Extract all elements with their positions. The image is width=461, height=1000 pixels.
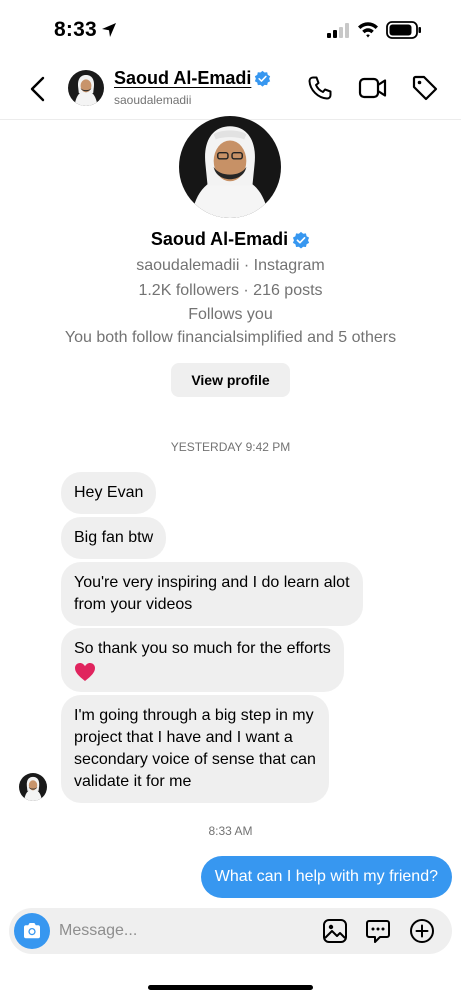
profile-name: Saoud Al-Emadi <box>150 229 289 249</box>
verified-badge-icon <box>293 231 310 249</box>
video-camera-icon[interactable] <box>358 74 388 102</box>
profile-mutual-followers: You both follow financialsimplified and … <box>64 329 397 346</box>
verified-badge-icon <box>255 70 271 87</box>
profile-avatar[interactable] <box>179 116 281 218</box>
heart-icon <box>75 663 95 681</box>
message-text: I'm going through a big step in my <box>74 707 314 724</box>
status-bar: 8:33 <box>0 0 461 56</box>
message-bubble-incoming[interactable]: So thank you so much for the efforts <box>61 628 344 692</box>
message-text: You're very inspiring and I do learn alo… <box>74 574 350 591</box>
back-chevron-icon[interactable] <box>24 74 54 104</box>
message-bubble-incoming[interactable]: I'm going through a big step in my proje… <box>61 695 329 803</box>
plus-icon[interactable] <box>409 918 435 944</box>
message-text: What can I help with my friend? <box>214 868 438 885</box>
cellular-signal-icon <box>327 23 349 38</box>
home-indicator[interactable] <box>148 985 313 990</box>
header-handle: saoudalemadii <box>114 93 192 107</box>
timestamp-today: 8:33 AM <box>208 824 253 838</box>
message-text: So thank you so much for the efforts <box>74 640 331 657</box>
view-profile-button[interactable]: View profile <box>171 363 290 397</box>
sender-avatar[interactable] <box>19 773 47 801</box>
profile-handle-line: saoudalemadii · Instagram <box>136 257 325 274</box>
message-bubble-incoming[interactable]: Hey Evan <box>61 472 157 514</box>
header-avatar[interactable] <box>68 70 104 106</box>
camera-button[interactable] <box>14 913 50 949</box>
message-text: validate it for me <box>74 773 192 790</box>
location-arrow-icon <box>102 23 116 37</box>
message-text: Hey Evan <box>74 484 144 501</box>
profile-portrait-icon <box>179 116 281 218</box>
gallery-icon[interactable] <box>322 918 348 944</box>
phone-icon[interactable] <box>306 74 334 102</box>
message-text: Big fan btw <box>74 529 154 546</box>
message-input[interactable] <box>59 908 299 954</box>
profile-follows-you: Follows you <box>188 306 273 323</box>
camera-icon <box>24 923 40 939</box>
message-bubble-outgoing[interactable]: What can I help with my friend? <box>200 856 452 898</box>
header-name-row[interactable]: Saoud Al-Emadi <box>114 68 271 89</box>
sticker-icon[interactable] <box>365 918 391 944</box>
status-time: 8:33 <box>54 18 97 41</box>
wifi-icon <box>358 22 378 38</box>
message-text: project that I have and I want a <box>74 729 293 746</box>
profile-stats: 1.2K followers · 216 posts <box>138 282 323 299</box>
header-name[interactable]: Saoud Al-Emadi <box>114 68 251 89</box>
message-bubble-incoming[interactable]: You're very inspiring and I do learn alo… <box>61 562 363 626</box>
profile-name-row: Saoud Al-Emadi <box>0 229 461 250</box>
message-composer <box>9 908 452 954</box>
message-bubble-incoming[interactable]: Big fan btw <box>61 517 167 559</box>
chat-header: Saoud Al-Emadi saoudalemadii <box>0 58 461 120</box>
message-text: from your videos <box>74 596 193 613</box>
message-text: secondary voice of sense that can <box>74 751 316 768</box>
avatar-portrait-icon <box>19 773 47 801</box>
timestamp-yesterday: YESTERDAY 9:42 PM <box>170 440 291 454</box>
battery-icon <box>386 21 421 39</box>
avatar-portrait-icon <box>68 70 104 106</box>
tag-icon[interactable] <box>411 74 439 102</box>
